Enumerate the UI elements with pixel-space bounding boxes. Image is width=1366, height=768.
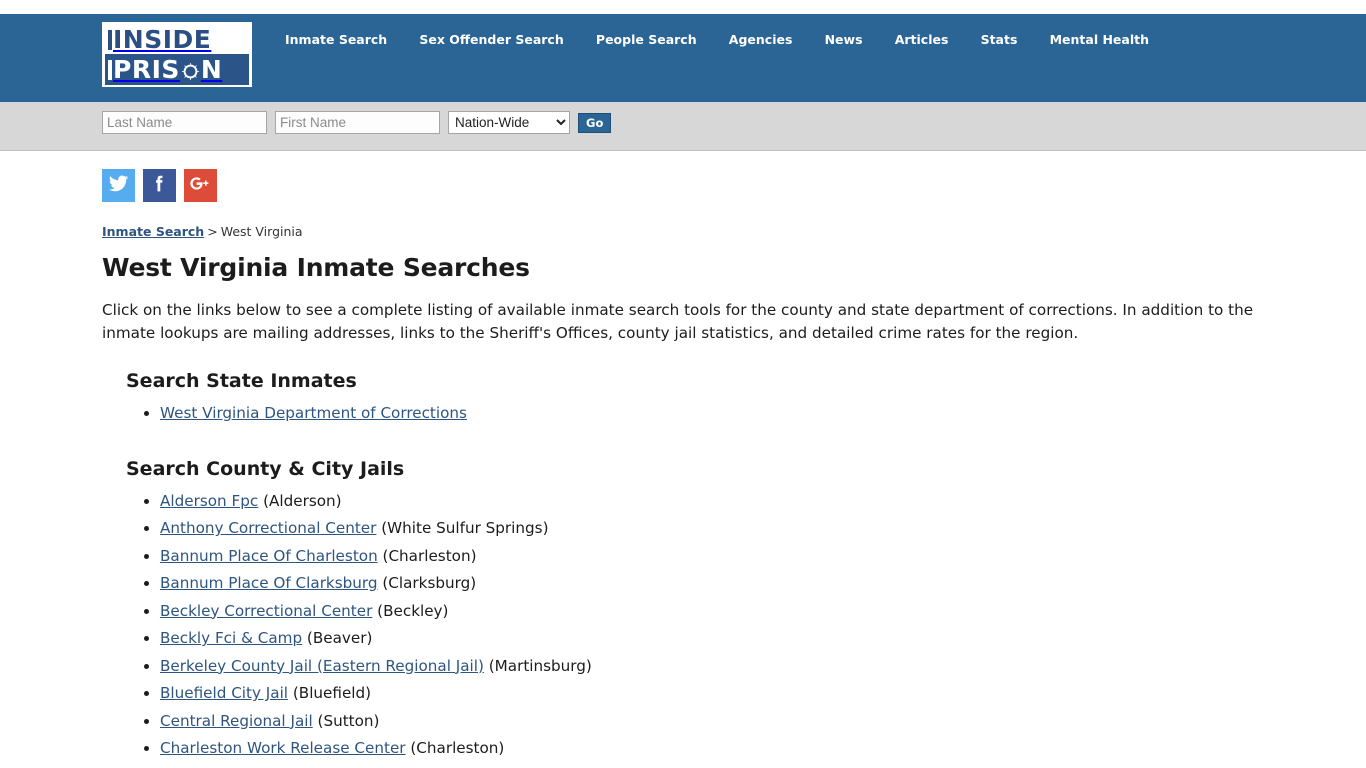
facility-city: (Martinsburg)	[488, 656, 592, 675]
nav-item-mental-health[interactable]: Mental Health	[1050, 30, 1149, 50]
barbed-wire-circle-icon	[181, 57, 200, 81]
facility-city: (Clarksburg)	[382, 574, 477, 592]
go-button[interactable]: Go	[578, 112, 612, 133]
logo-text-prison-prefix: PRIS	[113, 55, 180, 84]
facility-city: (Beaver)	[306, 629, 373, 647]
social-share-row	[102, 169, 1366, 202]
logo-text-prison-suffix: N	[200, 55, 223, 84]
nav-item-people-search[interactable]: People Search	[596, 30, 697, 50]
googleplus-icon	[189, 172, 212, 199]
nav-item-inmate-search[interactable]: Inmate Search	[285, 30, 387, 50]
facility-link[interactable]: Berkeley County Jail (Eastern Regional J…	[160, 657, 484, 675]
facility-link[interactable]: Anthony Correctional Center	[160, 519, 376, 537]
inmate-search-form: Nation-Wide Go	[102, 111, 612, 134]
site-header: INSIDE PRIS N Inmate Search Sex Offender …	[0, 14, 1366, 102]
facility-city: (Sutton)	[317, 711, 380, 730]
nav-item-articles[interactable]: Articles	[895, 30, 949, 50]
facility-city: (Charleston)	[382, 546, 477, 565]
logo-accent-bar-white	[108, 60, 112, 80]
facility-link[interactable]: West Virginia Department of Corrections	[160, 404, 467, 422]
facility-city: (Bluefield)	[292, 684, 372, 702]
breadcrumb-link-inmate-search[interactable]: Inmate Search	[102, 224, 204, 239]
twitter-icon	[108, 173, 129, 198]
list-item: Central Regional Jail (Sutton)	[160, 708, 1366, 736]
list-item: West Virginia Department of Corrections	[160, 400, 1366, 428]
county-jails-list: Alderson Fpc (Alderson) Anthony Correcti…	[102, 488, 1366, 763]
logo-line-prison: PRIS N	[105, 54, 249, 85]
list-item: Beckley Correctional Center (Beckley)	[160, 598, 1366, 626]
county-jails-list-block: Alderson Fpc (Alderson) Anthony Correcti…	[102, 488, 1366, 763]
section-heading-county-city-jails: Search County & City Jails	[126, 457, 405, 480]
facility-link[interactable]: Bannum Place Of Clarksburg	[160, 574, 378, 592]
list-item: Charleston Work Release Center (Charlest…	[160, 735, 1366, 763]
breadcrumb-separator: >	[207, 224, 218, 239]
facility-city: (Beckley)	[377, 601, 449, 620]
facility-link[interactable]: Beckley Correctional Center	[160, 602, 372, 620]
breadcrumb-current: West Virginia	[220, 224, 303, 239]
nav-item-agencies[interactable]: Agencies	[729, 30, 793, 50]
section-heading-state-inmates: Search State Inmates	[126, 370, 357, 392]
last-name-input[interactable]	[102, 111, 267, 134]
state-inmates-list: West Virginia Department of Corrections	[102, 400, 1366, 428]
list-item: Bannum Place Of Charleston (Charleston)	[160, 543, 1366, 571]
page-content: Inmate Search > West Virginia West Virgini…	[0, 151, 1366, 763]
logo-accent-bar	[108, 30, 112, 50]
region-select[interactable]: Nation-Wide	[448, 111, 570, 134]
list-item: Bluefield City Jail (Bluefield)	[160, 680, 1366, 708]
search-bar-band: Nation-Wide Go	[0, 102, 1366, 151]
facility-link[interactable]: Charleston Work Release Center	[160, 739, 406, 757]
facility-city: (Charleston)	[410, 739, 505, 757]
list-item: Bannum Place Of Clarksburg (Clarksburg)	[160, 570, 1366, 598]
facility-link[interactable]: Alderson Fpc	[160, 492, 258, 510]
nav-item-sex-offender-search[interactable]: Sex Offender Search	[419, 30, 563, 50]
list-item: Beckly Fci & Camp (Beaver)	[160, 625, 1366, 653]
breadcrumb: Inmate Search > West Virginia	[102, 224, 1366, 239]
list-item: Anthony Correctional Center (White Sulfu…	[160, 515, 1366, 543]
facility-link[interactable]: Bannum Place Of Charleston	[160, 547, 378, 565]
facility-link[interactable]: Central Regional Jail	[160, 712, 313, 730]
nav-item-news[interactable]: News	[825, 30, 863, 50]
list-item: Berkeley County Jail (Eastern Regional J…	[160, 653, 1366, 681]
top-white-strip	[0, 0, 1366, 14]
main-navigation: Inmate Search Sex Offender Search People…	[285, 30, 1149, 50]
intro-paragraph: Click on the links below to see a comple…	[102, 301, 1254, 342]
facebook-icon	[149, 173, 170, 198]
twitter-share-button[interactable]	[102, 169, 135, 202]
nav-item-stats[interactable]: Stats	[981, 30, 1018, 50]
facility-link[interactable]: Beckly Fci & Camp	[160, 629, 302, 647]
logo-text-inside: INSIDE	[113, 25, 212, 54]
googleplus-share-button[interactable]	[184, 169, 217, 202]
logo-line-inside: INSIDE	[105, 25, 249, 54]
facebook-share-button[interactable]	[143, 169, 176, 202]
facility-link[interactable]: Bluefield City Jail	[160, 684, 288, 702]
facility-city: (Alderson)	[263, 491, 342, 510]
site-logo[interactable]: INSIDE PRIS N	[102, 22, 252, 87]
list-item: Alderson Fpc (Alderson)	[160, 488, 1366, 516]
first-name-input[interactable]	[275, 111, 440, 134]
facility-city: (White Sulfur Springs)	[381, 519, 549, 537]
page-title: West Virginia Inmate Searches	[102, 253, 530, 282]
state-inmates-list-block: West Virginia Department of Corrections	[102, 400, 1366, 428]
